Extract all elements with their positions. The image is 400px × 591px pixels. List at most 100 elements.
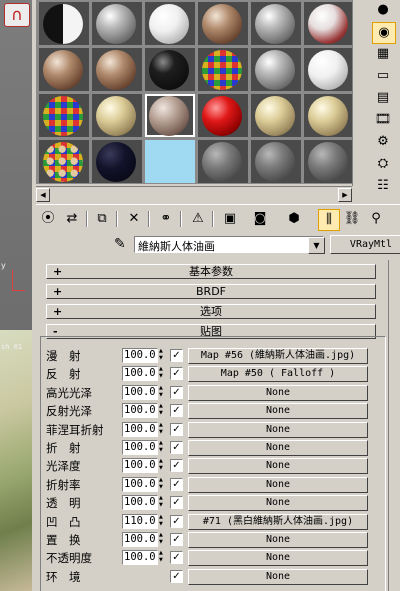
map-amount-field[interactable]: 100.0 <box>122 532 158 547</box>
material-slot[interactable] <box>251 140 301 183</box>
rollout-1[interactable]: + 基本参数 <box>46 264 376 279</box>
map-amount-field[interactable]: 100.0 <box>122 440 158 455</box>
amount-spinner[interactable]: ▲ ▼ <box>159 532 166 547</box>
amount-spinner[interactable]: ▲ ▼ <box>159 403 166 418</box>
material-slot[interactable] <box>39 94 89 137</box>
go-forward-to-sibling-icon[interactable]: ⛓ <box>342 209 362 229</box>
panel-scrollbar[interactable] <box>388 260 400 591</box>
rollout-2[interactable]: + BRDF <box>46 284 376 299</box>
material-slot[interactable] <box>251 48 301 91</box>
material-slot[interactable] <box>39 140 89 183</box>
material-slot[interactable] <box>198 48 248 91</box>
material-name-field[interactable]: 維納斯人体油画 <box>134 236 324 253</box>
map-slot-button[interactable]: None <box>188 458 368 475</box>
amount-spinner[interactable]: ▲ ▼ <box>159 422 166 437</box>
assign-to-selection-icon[interactable]: ⧉ <box>92 209 112 229</box>
map-slot-button[interactable]: None <box>188 532 368 548</box>
select-by-material-icon[interactable]: ⛭ <box>372 154 394 174</box>
material-slot[interactable] <box>145 94 195 137</box>
material-slot[interactable] <box>92 140 142 183</box>
get-material-icon[interactable]: ⦿ <box>38 209 58 229</box>
make-preview-icon[interactable]: 🎞 <box>372 110 394 130</box>
material-slot[interactable] <box>304 140 352 183</box>
amount-spinner[interactable]: ▲ ▼ <box>159 477 166 492</box>
amount-spinner[interactable]: ▲ ▼ <box>159 514 166 529</box>
material-effects-channel-icon[interactable]: ▣ <box>220 209 240 229</box>
material-slot[interactable] <box>251 94 301 137</box>
amount-spinner[interactable]: ▲ ▼ <box>159 440 166 455</box>
material-slot[interactable] <box>145 48 195 91</box>
put-to-library-icon[interactable]: ⚠ <box>188 209 208 229</box>
material-slot[interactable] <box>92 48 142 91</box>
video-color-check-icon[interactable]: ▤ <box>372 88 394 108</box>
material-slot[interactable] <box>304 2 352 45</box>
map-slot-button[interactable]: None <box>188 550 368 567</box>
show-end-result-icon[interactable]: ⬢ <box>284 209 304 229</box>
material-slot[interactable] <box>198 140 248 183</box>
material-slot[interactable] <box>145 2 195 45</box>
map-amount-field[interactable]: 110.0 <box>122 513 158 529</box>
material-slot[interactable] <box>304 48 352 91</box>
map-slot-button[interactable]: #71 (黑白維納斯人体油画.jpg) <box>188 513 368 530</box>
put-to-scene-icon[interactable]: ⇄ <box>62 209 82 229</box>
material-navigator-icon[interactable]: ☷ <box>372 176 394 196</box>
material-slot[interactable] <box>92 2 142 45</box>
map-enable-checkbox[interactable]: ✓ <box>170 441 183 454</box>
map-enable-checkbox[interactable]: ✓ <box>170 514 183 528</box>
map-slot-button[interactable]: Map #56 (維納斯人体油画.jpg) <box>188 348 368 364</box>
map-slot-button[interactable]: None <box>188 384 368 401</box>
scroll-right-button[interactable]: ▶ <box>338 188 352 202</box>
make-unique-icon[interactable]: ⚭ <box>156 209 176 229</box>
slot-horizontal-scrollbar[interactable]: ◀ ▶ <box>36 186 352 202</box>
map-amount-field[interactable]: 100.0 <box>122 550 158 566</box>
background-checker-icon[interactable]: ▦ <box>372 44 394 64</box>
material-slot[interactable] <box>39 2 89 45</box>
map-slot-button[interactable]: Map #50 ( Falloff ) <box>188 366 368 383</box>
map-enable-checkbox[interactable]: ✓ <box>170 477 183 491</box>
amount-spinner[interactable]: ▲ ▼ <box>159 348 166 363</box>
map-amount-field[interactable]: 100.0 <box>122 384 158 400</box>
map-enable-checkbox[interactable]: ✓ <box>170 569 183 583</box>
material-name-dropdown[interactable]: ▼ <box>308 237 325 254</box>
options-icon[interactable]: ⚙ <box>372 132 394 152</box>
map-amount-field[interactable]: 100.0 <box>122 366 158 382</box>
map-slot-button[interactable]: None <box>188 476 368 493</box>
material-map-navigator-icon[interactable]: ⚲ <box>366 209 386 229</box>
go-to-parent-icon[interactable]: ⫼ <box>318 209 340 231</box>
map-slot-button[interactable]: None <box>188 421 368 438</box>
map-amount-field[interactable]: 100.0 <box>122 458 158 474</box>
map-slot-button[interactable]: None <box>188 440 368 456</box>
sample-uv-tiling-icon[interactable]: ▭ <box>372 66 394 86</box>
sample-type-icon[interactable]: ● <box>372 0 394 20</box>
rollout-3[interactable]: + 选项 <box>46 304 376 319</box>
material-slot[interactable] <box>251 2 301 45</box>
map-enable-checkbox[interactable]: ✓ <box>170 459 183 473</box>
map-enable-checkbox[interactable]: ✓ <box>170 385 183 399</box>
eyedropper-icon[interactable]: ✎ <box>114 236 126 252</box>
map-slot-button[interactable]: None <box>188 403 368 420</box>
material-type-button[interactable]: VRayMtl <box>330 235 400 254</box>
amount-spinner[interactable]: ▲ ▼ <box>159 458 166 473</box>
material-slot[interactable] <box>198 2 248 45</box>
material-slot[interactable] <box>304 94 352 137</box>
scroll-left-button[interactable]: ◀ <box>36 188 50 202</box>
map-enable-checkbox[interactable]: ✓ <box>170 349 183 362</box>
map-enable-checkbox[interactable]: ✓ <box>170 496 183 510</box>
material-slot[interactable] <box>92 94 142 137</box>
amount-spinner[interactable]: ▲ ▼ <box>159 495 166 510</box>
material-slot[interactable] <box>145 140 195 183</box>
backlight-icon[interactable]: ◉ <box>372 22 396 44</box>
map-enable-checkbox[interactable]: ✓ <box>170 551 183 565</box>
material-slot[interactable] <box>198 94 248 137</box>
amount-spinner[interactable]: ▲ ▼ <box>159 550 166 565</box>
map-slot-button[interactable]: None <box>188 568 368 585</box>
show-map-in-viewport-icon[interactable]: ◙ <box>250 209 270 229</box>
map-amount-field[interactable]: 100.0 <box>122 348 158 363</box>
map-enable-checkbox[interactable]: ✓ <box>170 422 183 436</box>
amount-spinner[interactable]: ▲ ▼ <box>159 366 166 381</box>
map-slot-button[interactable]: None <box>188 495 368 512</box>
map-enable-checkbox[interactable]: ✓ <box>170 533 183 546</box>
map-amount-field[interactable]: 100.0 <box>122 421 158 437</box>
map-amount-field[interactable]: 100.0 <box>122 476 158 492</box>
amount-spinner[interactable]: ▲ ▼ <box>159 385 166 400</box>
